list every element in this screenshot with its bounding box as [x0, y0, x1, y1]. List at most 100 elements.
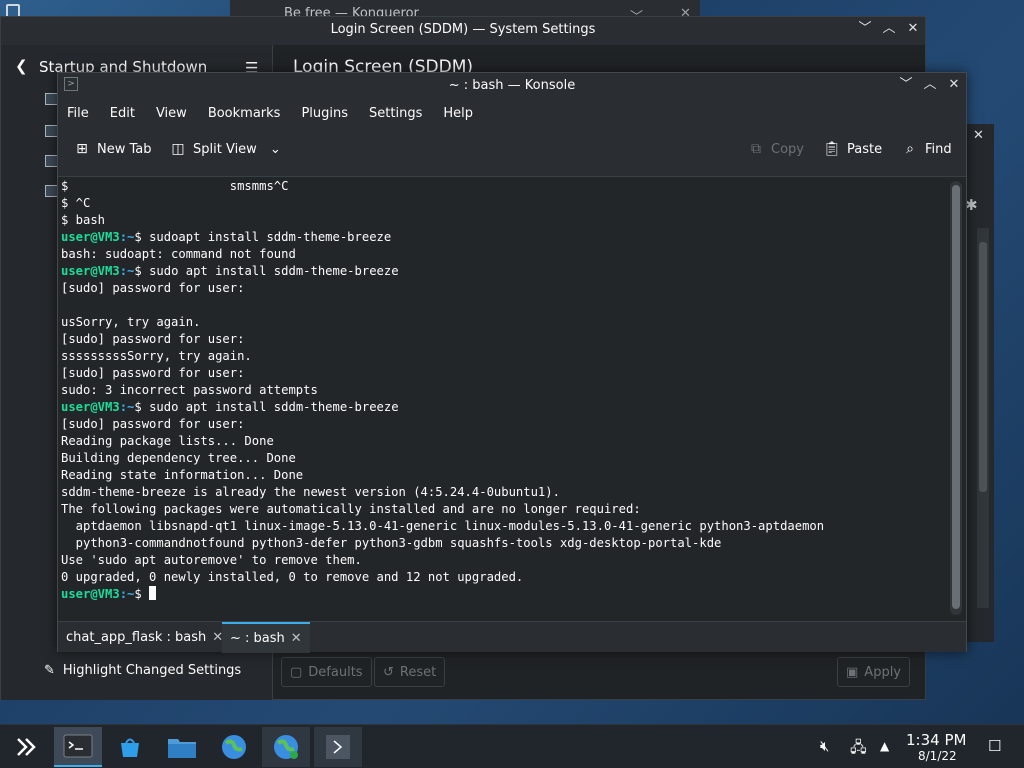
discover-icon[interactable] [106, 727, 154, 767]
terminal-line: $ ^C [61, 196, 91, 210]
clock-time[interactable]: 1:34 PM [906, 731, 966, 749]
cursor-spacer [142, 587, 149, 601]
command-text: sudoapt install sddm-theme-breeze [141, 230, 392, 244]
volume-muted-icon[interactable]: 🔇︎ [820, 737, 829, 755]
tab-label: chat_app_flask : bash [66, 630, 207, 645]
terminal-line: Use 'sudo apt autoremove' to remove them… [61, 553, 362, 567]
chevron-down-icon[interactable]: ⌄ [270, 142, 281, 157]
command-text: sudo apt install sddm-theme-breeze [141, 400, 399, 414]
tab-home-bash[interactable]: ~ : bash ✕ [222, 622, 310, 653]
settings-maximize-icon[interactable]: ︿ [881, 21, 897, 37]
terminal-line: 0 upgraded, 0 newly installed, 0 to remo… [61, 570, 524, 584]
tab-label: ~ : bash [230, 631, 285, 646]
application-launcher-icon[interactable] [2, 727, 50, 767]
show-desktop-icon[interactable]: ☐ [988, 737, 1001, 755]
terminal-line: Building dependency tree... Done [61, 451, 296, 465]
terminal-line: user@VM3:~$ sudoapt install sddm-theme-b… [61, 229, 824, 246]
reset-button[interactable]: ↺ Reset [374, 657, 446, 687]
terminal-line: [sudo] password for user: [61, 332, 245, 346]
defaults-button[interactable]: ▢ Defaults [281, 657, 372, 687]
konsole-window-title: ~ : bash — Konsole [448, 78, 576, 93]
browser-icon[interactable] [262, 727, 310, 767]
text-cursor [149, 586, 157, 600]
highlight-changed-settings-button[interactable]: ✎ Highlight Changed Settings [44, 663, 241, 678]
expand-tray-icon[interactable]: ▲ [880, 739, 889, 753]
terminal-line: The following packages were automaticall… [61, 502, 641, 516]
tab-close-icon[interactable]: ✕ [291, 631, 302, 646]
menu-view[interactable]: View [149, 99, 194, 129]
terminal-line: $ smsmms^C [61, 179, 289, 193]
terminal-line: sudo: 3 incorrect password attempts [61, 383, 318, 397]
konsole-maximize-icon[interactable]: ︿ [922, 77, 938, 93]
settings-close-icon[interactable]: ✕ [905, 21, 921, 37]
highlight-label: Highlight Changed Settings [62, 663, 242, 678]
close-icon[interactable]: ✕ [973, 128, 984, 143]
terminal-scrollbar-thumb[interactable] [952, 185, 960, 609]
copy-button[interactable]: ⧉ Copy [748, 141, 804, 157]
prompt-user: user@VM3 [61, 587, 120, 601]
prompt-path: :~ [119, 230, 135, 244]
settings-titlebar[interactable]: Login Screen (SDDM) — System Settings ﹀ … [1, 17, 925, 45]
split-view-button[interactable]: ◫ Split View ⌄ [170, 141, 281, 157]
browser-icon[interactable] [210, 727, 258, 767]
split-view-label: Split View [193, 141, 257, 157]
back-arrow-icon[interactable]: ❮ [15, 57, 28, 75]
menu-bookmarks[interactable]: Bookmarks [201, 99, 288, 129]
prompt-user: user@VM3 [61, 400, 120, 414]
find-label: Find [925, 141, 952, 157]
prompt-path: :~ [119, 264, 135, 278]
prompt-symbol: $ [134, 230, 142, 244]
settings-window-title: Login Screen (SDDM) — System Settings [330, 22, 596, 37]
terminal-output: $ smsmms^C $ ^C $ bash user@VM3:~$ sudoapt … [61, 178, 824, 603]
split-view-icon: ◫ [171, 141, 185, 157]
undo-icon: ↺ [383, 664, 394, 680]
menu-plugins[interactable]: Plugins [294, 99, 355, 129]
konsole-icon[interactable] [54, 727, 102, 767]
background-window-edge: ✕ ✱ [964, 124, 994, 642]
menu-file[interactable]: File [60, 99, 96, 129]
terminal-scrollbar[interactable] [950, 181, 962, 615]
menu-edit[interactable]: Edit [103, 99, 142, 129]
copy-icon: ⧉ [751, 141, 761, 157]
new-tab-icon: ⊞ [76, 141, 88, 157]
terminal-line: Reading state information... Done [61, 468, 304, 482]
prompt-symbol: $ [134, 264, 142, 278]
konsole-minimize-icon[interactable]: ﹀ [898, 77, 914, 93]
terminal-icon[interactable] [314, 727, 362, 767]
document-icon: ▢ [290, 664, 303, 680]
terminal-line: [sudo] password for user: [61, 281, 245, 295]
menu-settings[interactable]: Settings [362, 99, 429, 129]
apply-button[interactable]: ▣ Apply [837, 657, 910, 687]
apply-label: Apply [864, 664, 901, 680]
network-icon[interactable]: 🖧 [850, 737, 867, 762]
find-button[interactable]: ⌕ Find [902, 141, 952, 157]
terminal-line: bash: sudoapt: command not found [61, 247, 296, 261]
new-tab-label: New Tab [97, 141, 152, 157]
tab-chat-app-flask[interactable]: chat_app_flask : bash ✕ [58, 622, 231, 653]
scrollbar[interactable] [977, 228, 989, 608]
terminal-line: user@VM3:~$ sudo apt install sddm-theme-… [61, 399, 824, 416]
taskbar: 🔇︎ 🖧 ▲ 1:34 PM 8/1/22 ☐ [0, 724, 1024, 768]
scrollbar-thumb[interactable] [979, 242, 987, 492]
menu-help[interactable]: Help [436, 99, 480, 129]
terminal-line: user@VM3:~$ [61, 586, 824, 603]
copy-label: Copy [771, 141, 804, 157]
terminal-line: usSorry, try again. [61, 315, 201, 329]
konsole-tab-bar: chat_app_flask : bash ✕ ~ : bash ✕ [58, 621, 966, 653]
file-manager-icon[interactable] [158, 727, 206, 767]
terminal-line: [sudo] password for user: [61, 366, 245, 380]
paste-button[interactable]: 📋︎ Paste [823, 141, 883, 157]
prompt-symbol: $ [134, 587, 142, 601]
paste-label: Paste [847, 141, 883, 157]
terminal-line: $ bash [61, 213, 106, 227]
new-tab-button[interactable]: ⊞ New Tab [74, 141, 152, 157]
terminal-view[interactable]: $ smsmms^C $ ^C $ bash user@VM3:~$ sudoapt … [58, 177, 946, 619]
konsole-close-icon[interactable]: ✕ [946, 77, 962, 93]
terminal-line: [sudo] password for user: [61, 417, 245, 431]
prompt-user: user@VM3 [61, 230, 120, 244]
konsole-titlebar[interactable]: > ~ : bash — Konsole ﹀ ︿ ✕ [58, 73, 966, 99]
pencil-icon: ✎ [44, 663, 55, 678]
clock-date[interactable]: 8/1/22 [918, 749, 957, 763]
settings-minimize-icon[interactable]: ﹀ [857, 21, 873, 37]
